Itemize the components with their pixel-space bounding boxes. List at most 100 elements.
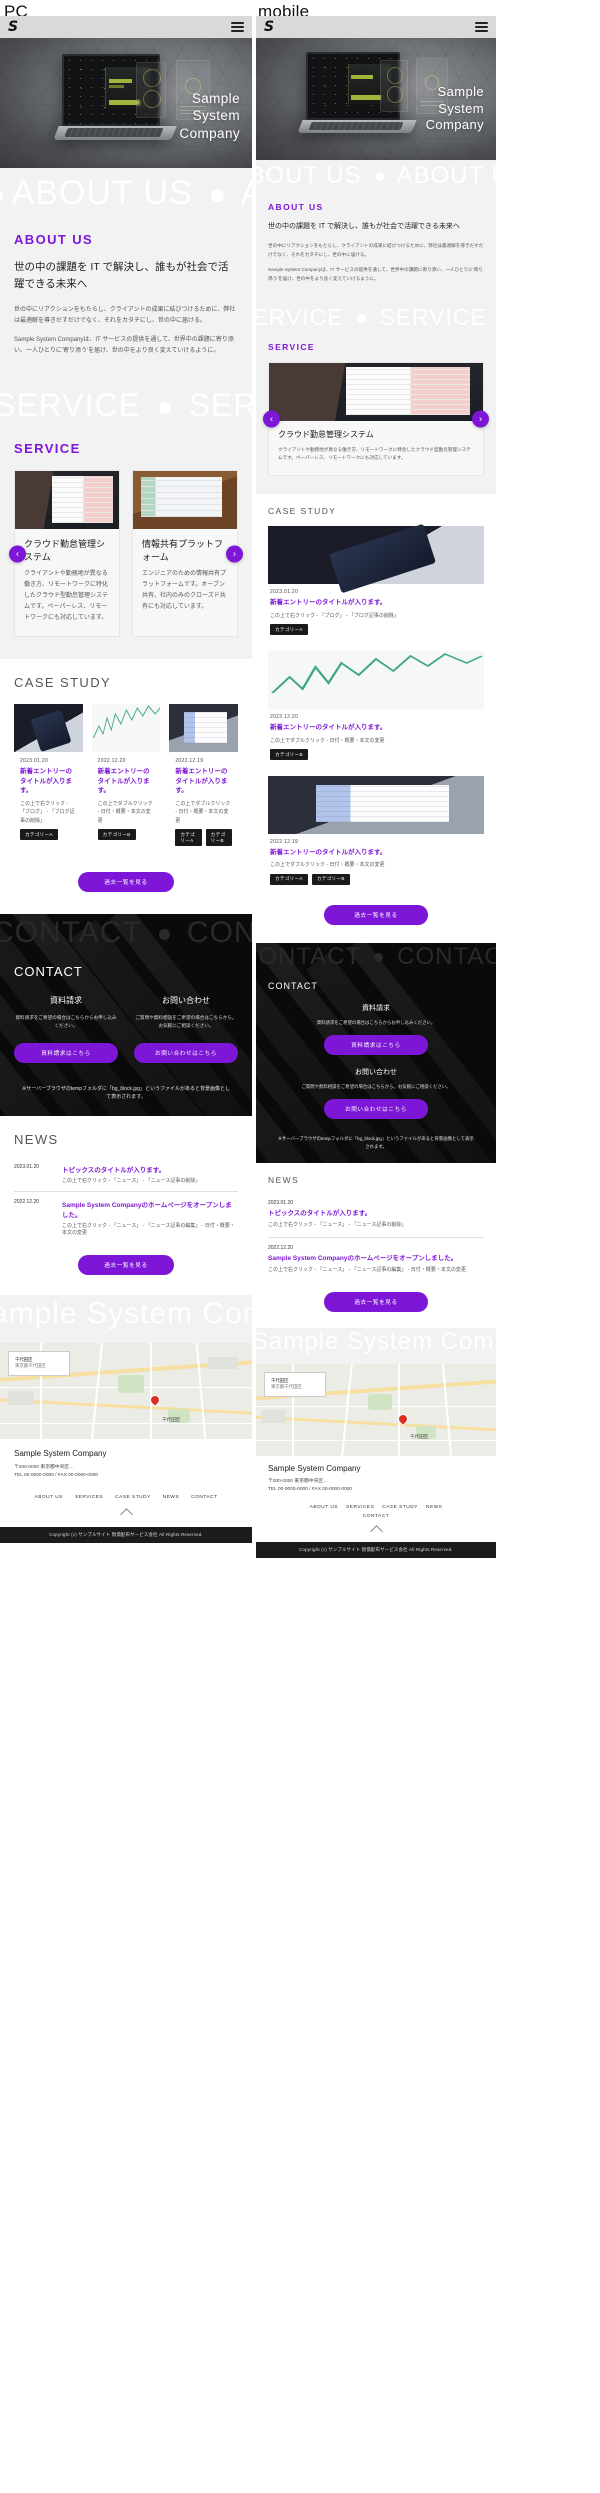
chevron-right-icon[interactable]: ›: [226, 545, 243, 563]
case-study-card[interactable]: 2022.12.20 新着エントリーのタイトルが入ります。 この上でダブルクリッ…: [268, 651, 484, 767]
hamburger-icon[interactable]: [231, 22, 244, 32]
service-ghost-band: SERVICE SERVICE: [0, 382, 252, 435]
case-study-more-button[interactable]: 過去一覧を見る: [78, 872, 174, 893]
service-card-desc: クライアントや勤務地が異なる働き方、リモートワークに特化したクラウド型勤怠管理シ…: [278, 446, 471, 461]
case-study-tag[interactable]: カテゴリーB: [270, 749, 308, 761]
case-study-tag[interactable]: カテゴリーB: [311, 873, 350, 885]
chevron-right-icon[interactable]: ›: [472, 410, 489, 428]
chevron-up-icon[interactable]: [369, 1524, 383, 1538]
hero-banner: Sample System Company: [256, 38, 496, 160]
site-logo[interactable]: S: [264, 19, 274, 35]
news-date: 2023.01.20: [14, 1163, 40, 1170]
contact-column-inquiry: お問い合わせ ご質問や無料相談をご希望の場合はこちらから。お気軽にご相談ください…: [268, 1067, 484, 1119]
footer-nav-news[interactable]: NEWS: [426, 1505, 442, 1510]
contact-section: CONTACT CONTACT CONTACT 資料請求 資料請求をご希望の場合…: [0, 914, 252, 1116]
news-item[interactable]: 2023.01.20 トピックスのタイトルが入ります。 この上で右クリック - …: [268, 1193, 484, 1237]
service-card[interactable]: クラウド勤怠管理システム クライアントや勤務地が異なる働き方、リモートワークに特…: [268, 361, 484, 477]
hero-title: Sample System Company: [179, 90, 240, 142]
case-study-more-button[interactable]: 過去一覧を見る: [324, 904, 428, 925]
case-study-title: 新着エントリーのタイトルが入ります。: [270, 849, 387, 857]
about-lead: 世の中の課題を IT で解決し、誰もが社会で活躍できる未来へ: [14, 261, 229, 290]
news-desc: この上で右クリック - 「ニュース」 - 「ニュース記事の削除」: [62, 1177, 201, 1184]
news-more-button[interactable]: 過去一覧を見る: [78, 1254, 174, 1275]
footer-nav-contact[interactable]: CONTACT: [191, 1495, 217, 1500]
hamburger-icon[interactable]: [475, 22, 488, 32]
case-study-desc: この上でダブルクリック - 日付・概要・本文の変更: [97, 800, 153, 824]
chevron-left-icon[interactable]: ‹: [9, 545, 26, 563]
company-ghost-band: Sample System Company Sample System Comp…: [0, 1294, 252, 1343]
company-ghost-band: Sample System Company: [256, 1327, 496, 1364]
case-study-desc: この上でダブルクリック - 日付・概要・本文の変更: [270, 862, 385, 869]
pc-preview-column: S Sample System Company ABOUT US ABOUT U…: [0, 16, 252, 2476]
case-study-heading: CASE STUDY: [14, 675, 112, 691]
contact-ghost-band: CONTACT CONTACT: [0, 914, 252, 962]
footer-company-name: Sample System Company: [14, 1448, 107, 1458]
case-study-card[interactable]: 2022.12.20 新着エントリーのタイトルが入ります。 この上でダブルクリッ…: [91, 704, 161, 855]
request-document-button[interactable]: 資料請求はこちら: [324, 1034, 428, 1055]
news-title[interactable]: Sample System Companyのホームページをオープンしました。: [62, 1199, 238, 1219]
map-info-card[interactable]: 千代田区 東京都千代田区: [264, 1371, 326, 1397]
case-study-tag[interactable]: カテゴリーA: [270, 624, 308, 636]
copyright-bar: Copyright (c) サンプルサイト 無償配布サービス会社 All Rig…: [256, 1541, 496, 1558]
news-title[interactable]: トピックスのタイトルが入ります。: [268, 1209, 484, 1218]
news-item[interactable]: 2022.12.20 Sample System Companyのホームページを…: [268, 1238, 484, 1282]
about-section: ABOUT US 世の中の課題を IT で解決し、誰もが社会で活躍できる未来へ …: [256, 196, 496, 304]
service-card[interactable]: 情報共有プラットフォーム エンジニアのための情報共有プラットフォームです。オープ…: [132, 469, 238, 638]
case-study-card[interactable]: 2023.01.20 新着エントリーのタイトルが入ります。 この上で右クリック …: [14, 704, 83, 855]
case-study-image: [91, 704, 161, 753]
footer-nav-case-study[interactable]: CASE STUDY: [382, 1505, 418, 1510]
service-card[interactable]: クラウド勤怠管理システム クライアントや勤務地が異なる働き方、リモートワークに特…: [14, 469, 120, 638]
inquiry-button[interactable]: お問い合わせはこちら: [134, 1042, 238, 1063]
footer-nav-services[interactable]: SERVICES: [75, 1495, 103, 1500]
news-date: 2022.12.20: [268, 1244, 294, 1251]
case-study-image: [268, 776, 484, 835]
news-title[interactable]: Sample System Companyのホームページをオープンしました。: [268, 1254, 484, 1263]
footer-nav-case-study[interactable]: CASE STUDY: [115, 1495, 151, 1500]
contact-col-desc: ご質問や無料相談をご希望の場合はこちらから。お気軽にご相談ください。: [135, 1015, 237, 1029]
request-document-button[interactable]: 資料請求はこちら: [14, 1042, 118, 1063]
service-heading: SERVICE: [14, 440, 81, 456]
news-item[interactable]: 2023.01.20 トピックスのタイトルが入ります。 この上で右クリック - …: [14, 1157, 238, 1191]
hero-title-line-1: Sample: [437, 84, 484, 99]
hologram-panel-1: [136, 62, 166, 118]
case-study-card[interactable]: 2022.12.19 新着エントリーのタイトルが入ります。 この上でダブルクリッ…: [169, 704, 239, 855]
footer-nav-contact[interactable]: CONTACT: [363, 1514, 389, 1519]
case-study-tag[interactable]: カテゴリーA: [20, 829, 58, 841]
case-study-card[interactable]: 2023.01.20 新着エントリーのタイトルが入ります。 この上で右クリック …: [268, 526, 484, 642]
chevron-left-icon[interactable]: ‹: [263, 410, 280, 428]
inquiry-button[interactable]: お問い合わせはこちら: [324, 1098, 428, 1119]
site-footer: Sample System Company 〒000-0000 東京都中央区… …: [256, 1455, 496, 1542]
map-info-card[interactable]: 千代田区 東京都千代田区: [8, 1350, 70, 1376]
hero-title-line-3: Company: [425, 117, 484, 133]
service-card-title: クラウド勤怠管理システム: [24, 538, 106, 562]
footer-nav-services[interactable]: SERVICES: [346, 1505, 374, 1510]
news-title[interactable]: トピックスのタイトルが入ります。: [62, 1164, 238, 1174]
footer-company-name: Sample System Company: [268, 1463, 361, 1473]
site-logo[interactable]: S: [8, 19, 18, 35]
ghost-service-text-2: SERVICE: [379, 303, 487, 330]
case-study-tag[interactable]: カテゴリーB: [97, 829, 136, 841]
case-study-tag[interactable]: カテゴリーA: [270, 873, 308, 885]
contact-col-desc: ご質問や無料相談をご希望の場合はこちらから。お気軽にご相談ください。: [301, 1083, 451, 1089]
chevron-up-icon[interactable]: [119, 1508, 133, 1521]
about-lead: 世の中の課題を IT で解決し、誰もが社会で活躍できる未来へ: [268, 223, 460, 230]
news-more-button[interactable]: 過去一覧を見る: [324, 1291, 428, 1312]
footer-nav-news[interactable]: NEWS: [163, 1495, 179, 1500]
ghost-service-text-1: SERVICE: [0, 386, 141, 423]
about-paragraph-1: 世の中にリアクションをもたらし、クライアントの成果に結びつけるために、弊社は最適…: [268, 242, 484, 257]
news-desc: この上で右クリック - 「ニュース」 - 「ニュース記事の削除」: [268, 1222, 407, 1229]
footer-nav-about[interactable]: ABOUT US: [310, 1505, 338, 1510]
location-map[interactable]: 千代田区 東京都千代田区 千代田区: [0, 1342, 252, 1439]
location-map[interactable]: 千代田区 東京都千代田区 千代田区: [256, 1363, 496, 1456]
site-footer: Sample System Company 〒000-0000 東京都中央区… …: [0, 1438, 252, 1527]
news-item[interactable]: 2022.12.20 Sample System Companyのホームページを…: [14, 1192, 238, 1243]
case-study-tag[interactable]: カテゴリーA: [175, 829, 202, 847]
contact-col-desc: 資料請求をご希望の場合はこちらからお申し込みください。: [316, 1019, 436, 1025]
news-section: NEWS 2023.01.20 トピックスのタイトルが入ります。 この上で右クリ…: [256, 1162, 496, 1328]
case-study-tag[interactable]: カテゴリーB: [205, 829, 232, 847]
footer-nav: ABOUT US SERVICES CASE STUDY NEWS: [268, 1505, 484, 1510]
case-study-heading: CASE STUDY: [268, 506, 337, 517]
footer-nav-about[interactable]: ABOUT US: [35, 1495, 63, 1500]
ghost-about-text-2: ABOUT US: [396, 162, 496, 189]
case-study-card[interactable]: 2022.12.19 新着エントリーのタイトルが入ります。 この上でダブルクリッ…: [268, 776, 484, 891]
